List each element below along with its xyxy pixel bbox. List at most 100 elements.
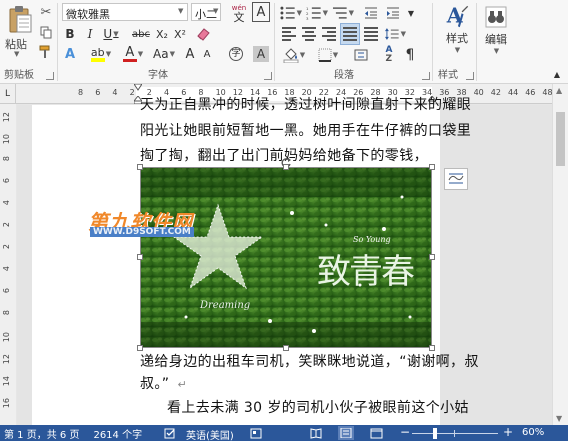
strikethrough-button[interactable]: abc — [130, 24, 152, 44]
styles-launcher-icon[interactable] — [466, 72, 474, 80]
text-effects-button[interactable]: A — [62, 44, 78, 64]
doc-line[interactable]: 看上去未满 30 岁的司机小伙子被眼前这个小姑 — [167, 398, 469, 418]
show-marks-button[interactable]: ¶ — [402, 45, 418, 65]
italic-button[interactable]: I — [82, 24, 98, 44]
highlight-button[interactable]: ab ▼ — [88, 44, 114, 64]
bold-button[interactable]: B — [62, 24, 78, 44]
scroll-up-icon[interactable]: ▲ — [556, 86, 562, 95]
distributed-button[interactable] — [362, 24, 380, 44]
zoom-in-button[interactable]: + — [503, 425, 513, 439]
doc-line[interactable]: 叔。” ↵ — [140, 374, 187, 395]
borders-dropdown-icon[interactable]: ▼ — [333, 51, 338, 59]
align-center-button[interactable] — [300, 24, 318, 44]
doc-line[interactable]: 递给身边的出租车司机，笑眯眯地说道，“谢谢啊，叔 — [140, 352, 479, 372]
styles-dropdown-icon[interactable]: ▼ — [455, 46, 460, 54]
scrollbar-thumb[interactable] — [556, 112, 565, 166]
shading-icon: A — [253, 46, 269, 62]
clear-formatting-button[interactable] — [194, 24, 212, 44]
grow-font-button[interactable]: A — [182, 44, 198, 64]
font-color-dropdown-icon[interactable]: ▼ — [138, 50, 143, 58]
sort-button[interactable]: AZ — [378, 45, 400, 65]
underline-button[interactable]: U ▼ — [100, 24, 122, 44]
ruler-tick-label: 8 — [2, 156, 11, 162]
chinese-layout-button[interactable] — [350, 45, 372, 65]
decrease-indent-button[interactable] — [362, 3, 380, 23]
layout-options-button[interactable] — [444, 168, 468, 190]
first-line-indent-marker[interactable] — [134, 84, 142, 91]
divider — [476, 3, 477, 81]
paragraph-launcher-icon[interactable] — [422, 72, 430, 80]
read-mode-icon[interactable] — [310, 428, 322, 439]
font-launcher-icon[interactable] — [264, 72, 272, 80]
justify-button[interactable] — [340, 23, 360, 45]
change-case-label: Aa — [153, 47, 169, 61]
resize-handle-se[interactable] — [429, 345, 435, 351]
numbering-dropdown-icon[interactable]: ▼ — [323, 9, 328, 17]
shading-dropdown-icon[interactable]: ▼ — [300, 51, 305, 59]
vertical-ruler[interactable]: 12 10 8 6 4 2 2 4 6 8 10 12 14 16 — [0, 104, 16, 425]
zoom-slider[interactable] — [412, 428, 498, 439]
editing-dropdown-icon[interactable]: ▼ — [494, 47, 499, 55]
line-spacing-button[interactable]: ▼ — [384, 24, 406, 44]
shading-button[interactable]: ▼ — [280, 45, 308, 65]
copy-button[interactable] — [38, 22, 54, 42]
tab-selector[interactable]: L — [0, 84, 16, 104]
resize-handle-nw[interactable] — [137, 164, 143, 170]
format-painter-button[interactable] — [38, 42, 54, 62]
styles-button[interactable]: A 样式 ▼ — [438, 4, 476, 54]
print-layout-view-button[interactable] — [338, 426, 354, 440]
resize-handle-sw[interactable] — [137, 345, 143, 351]
bullets-button[interactable]: ▼ — [280, 3, 302, 23]
font-size-dropdown-icon[interactable]: ▼ — [213, 7, 218, 15]
shrink-font-button[interactable]: A — [200, 44, 214, 64]
proofing-icon[interactable] — [164, 428, 177, 439]
phonetic-guide-button[interactable]: wén 文 — [228, 2, 250, 24]
page-count[interactable]: 第 1 页，共 6 页 — [4, 426, 79, 441]
language-indicator[interactable]: 英语(美国) — [186, 427, 234, 441]
word-count[interactable]: 2614 个字 — [93, 426, 142, 441]
resize-handle-s[interactable] — [283, 345, 289, 351]
subscript-button[interactable]: X₂ — [154, 24, 170, 44]
vertical-scrollbar[interactable]: ▲ ▼ — [552, 84, 568, 425]
clipboard-launcher-icon[interactable] — [46, 72, 54, 80]
increase-indent-button[interactable] — [384, 3, 402, 23]
character-shading-button[interactable]: A — [252, 44, 270, 64]
zoom-slider-thumb[interactable] — [433, 428, 438, 439]
superscript-label: X² — [174, 27, 186, 41]
web-layout-icon[interactable] — [370, 428, 383, 439]
align-right-button[interactable] — [320, 24, 338, 44]
character-border-button[interactable]: A — [252, 2, 270, 22]
font-name-field[interactable]: 微软雅黑 — [62, 3, 188, 21]
zoom-level[interactable]: 60% — [522, 427, 544, 438]
bullets-dropdown-icon[interactable]: ▼ — [297, 9, 302, 17]
editing-button[interactable]: 编辑 ▼ — [480, 4, 512, 56]
doc-line[interactable]: 阳光让她眼前短暂地一黑。她用手在牛仔裤的口袋里 — [140, 121, 471, 141]
font-color-button[interactable]: A ▼ — [120, 44, 146, 64]
multilevel-dropdown-icon[interactable]: ▼ — [349, 9, 354, 17]
collapse-ribbon-button[interactable]: ▲ — [550, 68, 564, 80]
resize-handle-w[interactable] — [137, 254, 143, 260]
macro-record-icon[interactable] — [250, 428, 262, 439]
superscript-button[interactable]: X² — [172, 24, 188, 44]
highlight-dropdown-icon[interactable]: ▼ — [106, 50, 111, 58]
zoom-out-button[interactable]: − — [400, 425, 410, 439]
selection-border — [140, 167, 432, 348]
numbering-button[interactable]: 123 ▼ — [306, 3, 328, 23]
resize-handle-n[interactable] — [283, 164, 289, 170]
change-case-dropdown-icon[interactable]: ▼ — [170, 50, 175, 58]
paragraph-more-button[interactable]: ▼ — [404, 3, 418, 23]
font-name-dropdown-icon[interactable]: ▼ — [178, 7, 183, 15]
doc-line[interactable]: 天为正自黑冲的时候，透过树叶间隙直射下来的耀眼 — [140, 95, 471, 115]
line-spacing-dropdown-icon[interactable]: ▼ — [401, 30, 406, 38]
multilevel-list-button[interactable]: ▼ — [332, 3, 354, 23]
underline-dropdown-icon[interactable]: ▼ — [113, 30, 118, 38]
borders-button[interactable]: ▼ — [314, 45, 342, 65]
cut-button[interactable]: ✂ — [38, 2, 54, 22]
align-left-button[interactable] — [280, 24, 298, 44]
change-case-button[interactable]: Aa ▼ — [150, 44, 178, 64]
resize-handle-ne[interactable] — [429, 164, 435, 170]
paste-dropdown-icon[interactable]: ▼ — [14, 50, 19, 58]
enclose-characters-button[interactable]: 字 — [226, 44, 246, 64]
resize-handle-e[interactable] — [429, 254, 435, 260]
scroll-down-icon[interactable]: ▼ — [556, 414, 562, 423]
